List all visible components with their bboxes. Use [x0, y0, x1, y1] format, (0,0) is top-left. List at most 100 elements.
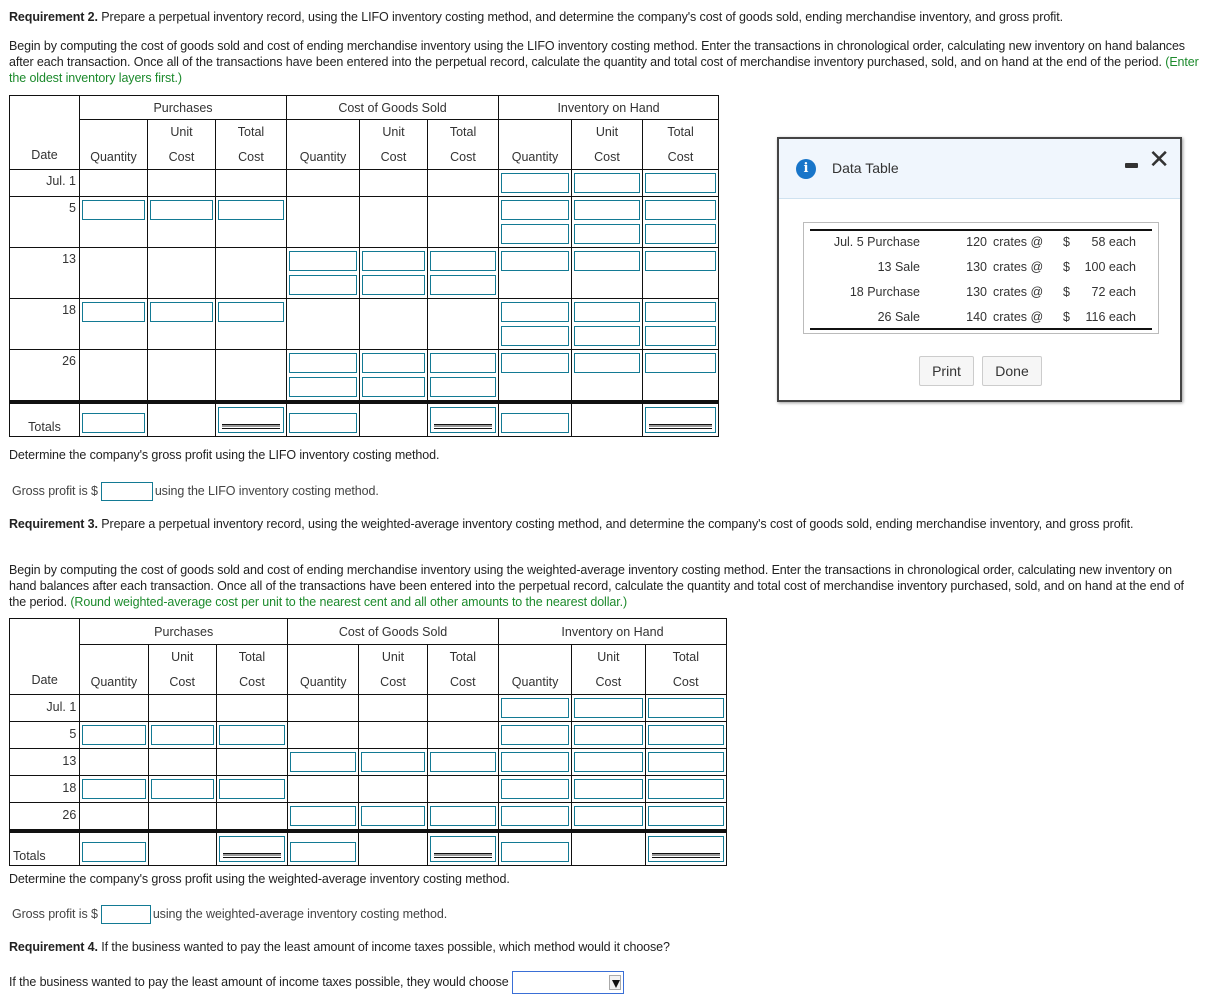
lifo-gross-profit-input[interactable]: [100, 482, 153, 501]
total-cogs-cost-input[interactable]: [430, 407, 497, 433]
inventory-quantity-input[interactable]: [501, 173, 570, 193]
minimize-icon[interactable]: [1125, 163, 1138, 168]
cogs-quantity-input[interactable]: [289, 353, 358, 373]
cogs-quantity-input[interactable]: [289, 275, 358, 295]
inventory-unit-cost-input[interactable]: [574, 353, 641, 373]
purchase-quantity-input[interactable]: [82, 725, 146, 745]
inventory-unit-cost-input[interactable]: [574, 200, 641, 220]
cogs-unit-cost-input[interactable]: [361, 806, 425, 826]
purchase-total-cost-input[interactable]: [218, 779, 286, 799]
cogs-quantity-input[interactable]: [289, 377, 358, 397]
total-purchase-quantity-input[interactable]: [82, 842, 146, 862]
inventory-quantity-input[interactable]: [501, 251, 570, 271]
purchase-unit-cost-input[interactable]: [150, 302, 213, 322]
inventory-total-cost-input[interactable]: [645, 200, 717, 220]
inventory-unit-cost-input[interactable]: [574, 251, 641, 271]
inventory-unit-cost-input[interactable]: [574, 326, 641, 346]
cogs-total-cost-input[interactable]: [430, 251, 497, 271]
col-unit: Unit: [571, 644, 646, 670]
print-button[interactable]: Print: [919, 356, 974, 386]
date-label: 26: [62, 808, 77, 822]
inventory-quantity-input[interactable]: [500, 752, 570, 772]
cogs-unit-cost-input[interactable]: [362, 275, 426, 295]
inventory-quantity-input[interactable]: [500, 779, 570, 799]
inventory-total-cost-input[interactable]: [645, 326, 717, 346]
cogs-quantity-input[interactable]: [290, 806, 357, 826]
purchase-unit-cost-input[interactable]: [150, 725, 214, 745]
inventory-unit-cost-input[interactable]: [574, 752, 643, 772]
total-purchase-cost-input[interactable]: [218, 836, 286, 862]
inventory-unit-cost-input[interactable]: [574, 698, 643, 718]
total-cogs-cost-input[interactable]: [429, 836, 496, 862]
cogs-unit-cost-input[interactable]: [362, 377, 426, 397]
dropdown-arrow-icon[interactable]: [608, 975, 621, 990]
inventory-quantity-input[interactable]: [501, 200, 570, 220]
close-icon[interactable]: ✕: [1148, 146, 1170, 174]
total-inventory-cost-input[interactable]: [645, 407, 717, 433]
inventory-total-cost-input[interactable]: [645, 302, 717, 322]
cogs-total-cost-input[interactable]: [430, 377, 497, 397]
cogs-total-cost-input[interactable]: [430, 275, 497, 295]
cogs-total-cost-input[interactable]: [429, 752, 496, 772]
col-date: Date: [9, 95, 80, 170]
inventory-unit-cost-input[interactable]: [574, 224, 641, 244]
inventory-unit-cost-input[interactable]: [574, 779, 643, 799]
date-label: Jul. 1: [46, 700, 77, 714]
purchase-total-cost-input[interactable]: [218, 200, 285, 220]
total-inventory-quantity-input[interactable]: [501, 413, 570, 433]
inventory-total-cost-input[interactable]: [647, 806, 724, 826]
inventory-quantity-input[interactable]: [501, 353, 570, 373]
weighted-average-gross-profit-input[interactable]: [100, 905, 151, 924]
cogs-quantity-input[interactable]: [289, 251, 358, 271]
col-unit: Unit: [358, 644, 428, 670]
purchase-unit-cost-input[interactable]: [150, 200, 213, 220]
cogs-total-cost-input[interactable]: [429, 806, 496, 826]
purchase-quantity-input[interactable]: [82, 200, 145, 220]
req3-instructions: Begin by computing the cost of goods sol…: [9, 563, 1184, 609]
inventory-quantity-input[interactable]: [501, 326, 570, 346]
total-cogs-quantity-input[interactable]: [290, 842, 357, 862]
cogs-quantity-input[interactable]: [290, 752, 357, 772]
cogs-unit-cost-input[interactable]: [361, 752, 425, 772]
purchase-quantity-input[interactable]: [82, 302, 145, 322]
inventory-quantity-input[interactable]: [500, 806, 570, 826]
total-inventory-quantity-input[interactable]: [500, 842, 570, 862]
inventory-unit-cost-input[interactable]: [574, 173, 641, 193]
date-label: Jul. 1: [46, 174, 76, 188]
inventory-quantity-input[interactable]: [500, 725, 570, 745]
inventory-total-cost-input[interactable]: [647, 752, 724, 772]
col-quantity: Quantity: [79, 144, 148, 170]
cogs-unit-cost-input[interactable]: [362, 353, 426, 373]
col-unit: Unit: [147, 644, 217, 670]
col-cost: Cost: [571, 669, 646, 695]
inventory-unit-cost-input[interactable]: [574, 302, 641, 322]
req3-gross-profit-line: Gross profit is $ using the weighted-aver…: [12, 905, 447, 924]
purchase-total-cost-input[interactable]: [218, 725, 286, 745]
inventory-total-cost-input[interactable]: [647, 725, 724, 745]
req3-gross-profit-prompt: Determine the company's gross profit usi…: [9, 872, 510, 886]
inventory-total-cost-input[interactable]: [647, 779, 724, 799]
inventory-quantity-input[interactable]: [501, 302, 570, 322]
purchase-total-cost-input[interactable]: [218, 302, 285, 322]
inventory-quantity-input[interactable]: [500, 698, 570, 718]
cogs-unit-cost-input[interactable]: [362, 251, 426, 271]
done-button[interactable]: Done: [982, 356, 1042, 386]
inventory-unit-cost-input[interactable]: [574, 806, 643, 826]
inventory-total-cost-input[interactable]: [645, 224, 717, 244]
cogs-total-cost-input[interactable]: [430, 353, 497, 373]
inventory-total-cost-input[interactable]: [645, 353, 717, 373]
total-purchase-cost-input[interactable]: [218, 407, 285, 433]
tax-method-select[interactable]: [511, 971, 624, 994]
total-purchase-quantity-input[interactable]: [82, 413, 145, 433]
purchase-unit-cost-input[interactable]: [150, 779, 214, 799]
inventory-quantity-input[interactable]: [501, 224, 570, 244]
date-label: 18: [62, 303, 76, 317]
inventory-total-cost-input[interactable]: [647, 698, 724, 718]
inventory-unit-cost-input[interactable]: [574, 725, 643, 745]
inventory-total-cost-input[interactable]: [645, 251, 717, 271]
inventory-total-cost-input[interactable]: [645, 173, 717, 193]
purchase-quantity-input[interactable]: [82, 779, 146, 799]
total-cogs-quantity-input[interactable]: [289, 413, 358, 433]
col-cost: Cost: [427, 144, 500, 170]
total-inventory-cost-input[interactable]: [647, 836, 724, 862]
